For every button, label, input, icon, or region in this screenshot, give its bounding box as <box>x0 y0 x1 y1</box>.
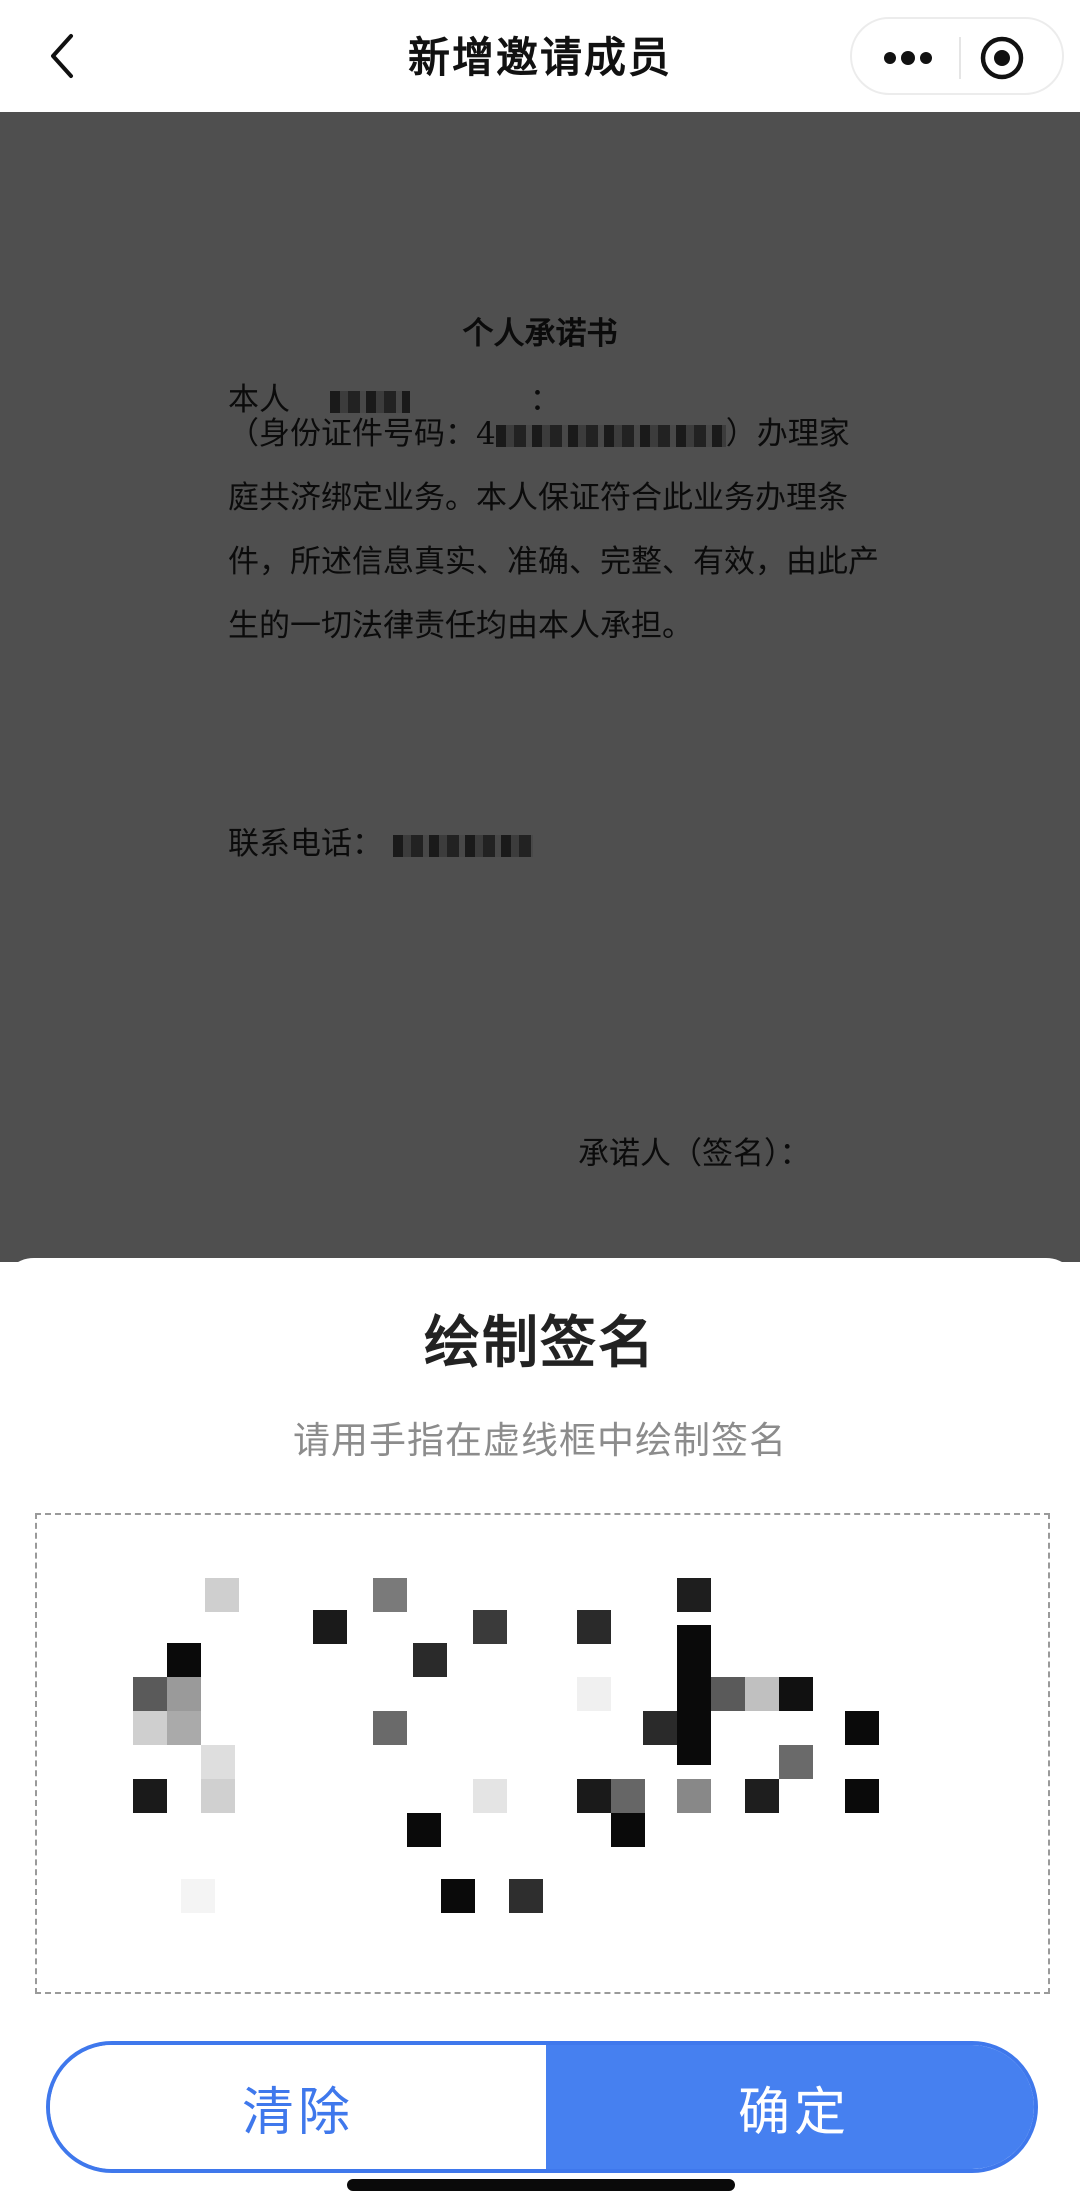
document-title: 个人承诺书 <box>462 316 618 352</box>
more-dots-icon <box>884 51 932 65</box>
close-mini-program-button[interactable] <box>978 34 1026 82</box>
redacted-id-number <box>495 424 726 447</box>
record-target-icon <box>980 36 1024 80</box>
signature-sheet: 绘制签名 请用手指在虚线框中绘制签名 清除 确定 <box>0 1258 1080 2207</box>
confirm-button[interactable]: 确定 <box>546 2045 1034 2169</box>
phone-line: 联系电话： <box>228 818 533 863</box>
id-number-label: （身份证件号码：4 <box>228 416 496 452</box>
document-overlay: 个人承诺书 本人 ： （身份证件号码：4 ）办理家庭共济绑定业务。本人保证符合此业… <box>0 112 1080 1262</box>
signer-label: 承诺人（签名）： <box>578 1136 811 1172</box>
clear-button[interactable]: 清除 <box>50 2045 546 2169</box>
sheet-subtitle: 请用手指在虚线框中绘制签名 <box>293 1419 787 1462</box>
signature-canvas[interactable] <box>35 1513 1050 1994</box>
home-indicator <box>347 2179 735 2191</box>
action-button-group: 清除 确定 <box>46 2041 1038 2173</box>
phone-label: 联系电话： <box>228 826 383 862</box>
document-paragraph: （身份证件号码：4 ）办理家庭共济绑定业务。本人保证符合此业务办理条件，所述信息真… <box>228 402 880 658</box>
navigation-bar: 新增邀请成员 <box>0 0 1080 112</box>
sheet-title: 绘制签名 <box>424 1311 656 1376</box>
mini-program-capsule <box>850 17 1064 95</box>
capsule-divider <box>959 37 961 79</box>
more-button[interactable] <box>880 38 936 78</box>
redacted-phone <box>392 834 533 857</box>
